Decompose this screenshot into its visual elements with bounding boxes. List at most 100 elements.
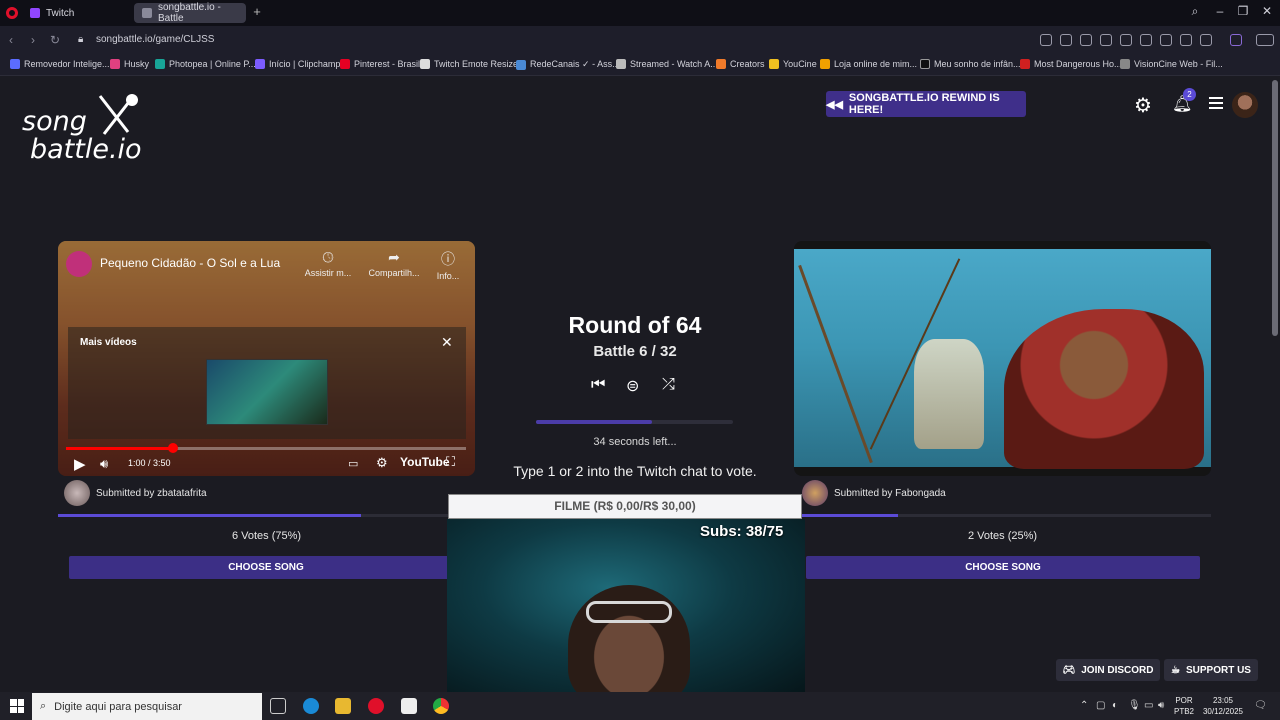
camera-icon[interactable]: [1060, 34, 1072, 46]
video-settings-icon[interactable]: ⚙: [376, 455, 388, 471]
bookmark-item[interactable]: Pinterest - Brasil: [340, 59, 420, 69]
user-avatar[interactable]: [1232, 92, 1258, 118]
heart-icon[interactable]: [1140, 34, 1152, 46]
bookmark-icon: [1020, 59, 1030, 69]
shuffle-icon[interactable]: ⤮: [662, 376, 675, 394]
edit-icon[interactable]: [1040, 34, 1052, 46]
info-icon: ⓘ: [441, 251, 455, 267]
songbattle-favicon-icon: [142, 8, 152, 18]
play-icon[interactable]: [1120, 34, 1132, 46]
minimize-icon[interactable]: –: [1210, 4, 1230, 18]
capcut-icon[interactable]: [401, 698, 417, 714]
taskbar-search-input[interactable]: ⌕ Digite aqui para pesquisar: [32, 693, 262, 720]
tray-volume-icon[interactable]: 🔊︎: [1158, 700, 1164, 711]
tab-twitch[interactable]: Twitch: [22, 3, 132, 23]
video-title[interactable]: Pequeno Cidadão - O Sol e a Lua: [100, 256, 280, 270]
bookmark-icon: [110, 59, 120, 69]
suggested-video-thumbnail[interactable]: [206, 359, 328, 425]
ai-icon[interactable]: [1256, 34, 1274, 46]
windows-start-icon[interactable]: [10, 699, 24, 713]
share-button[interactable]: ➦ Compartilh...: [368, 249, 420, 278]
hamburger-menu-icon[interactable]: [1209, 97, 1223, 109]
right-votes: 2 Votes (25%): [967, 530, 1038, 542]
choose-right-song-button[interactable]: CHOOSE SONG: [806, 556, 1200, 579]
restore-icon[interactable]: ❐: [1233, 4, 1253, 18]
settings-gear-icon[interactable]: ⚙: [1134, 93, 1152, 118]
vpn-icon[interactable]: [1230, 34, 1242, 46]
shield-icon[interactable]: [1080, 34, 1092, 46]
bookmark-item[interactable]: Most Dangerous Ho...: [1020, 59, 1122, 69]
skeleton-figure: [914, 339, 984, 449]
fullscreen-icon[interactable]: ⛶: [446, 454, 455, 470]
bookmark-item[interactable]: Loja online de mim...: [820, 59, 917, 69]
profile-icon[interactable]: [1200, 34, 1212, 46]
forward-icon[interactable]: ›: [26, 33, 40, 47]
opera-taskbar-icon[interactable]: [368, 698, 384, 714]
video-progress-knob[interactable]: [168, 443, 178, 453]
tray-chevron-icon[interactable]: ⌃: [1080, 700, 1088, 711]
tray-app-icon[interactable]: ▢: [1096, 700, 1105, 711]
task-view-icon[interactable]: [270, 698, 286, 714]
songbattle-logo[interactable]: song battle.io: [22, 92, 142, 172]
chrome-icon[interactable]: [433, 698, 449, 714]
extension-icon[interactable]: [1100, 34, 1112, 46]
back-icon[interactable]: ‹: [4, 33, 18, 47]
volume-icon[interactable]: 🔊︎: [100, 456, 108, 472]
bookmark-item[interactable]: Photopea | Online P...: [155, 59, 256, 69]
taskbar-clock[interactable]: 23:05 30/12/2025: [1198, 695, 1248, 717]
donate-icon[interactable]: ⊜: [626, 376, 639, 396]
reload-icon[interactable]: ↻: [48, 33, 62, 47]
bookmark-item[interactable]: VisionCine Web - Fil...: [1120, 59, 1223, 69]
left-video-player[interactable]: Pequeno Cidadão - O Sol e a Lua 🕓︎ Assist…: [58, 241, 475, 476]
bookmark-item[interactable]: Creators: [716, 59, 765, 69]
channel-avatar[interactable]: [66, 251, 92, 277]
bookmark-item[interactable]: Removedor Intelige...: [10, 59, 110, 69]
right-video-player[interactable]: [794, 241, 1211, 476]
new-tab-button[interactable]: +: [250, 5, 264, 19]
edge-icon[interactable]: [303, 698, 319, 714]
captions-icon[interactable]: ▭: [348, 457, 358, 470]
bookmark-item[interactable]: Início | Clipchamp: [255, 59, 340, 69]
youtube-logo[interactable]: YouTube: [400, 455, 450, 469]
download-icon[interactable]: [1160, 34, 1172, 46]
rewind-announcement-button[interactable]: ◀◀ SONGBATTLE.IO REWIND IS HERE!: [826, 91, 1026, 117]
bookmark-icon: [155, 59, 165, 69]
bookmark-icon: [255, 59, 265, 69]
watch-later-button[interactable]: 🕓︎ Assistir m...: [302, 249, 354, 278]
right-vote-fill: [794, 514, 898, 517]
more-videos-label: Mais vídeos: [80, 337, 137, 348]
join-discord-button[interactable]: 🎮︎ JOIN DISCORD: [1056, 659, 1160, 681]
previous-icon[interactable]: ⏮: [591, 376, 605, 394]
info-button[interactable]: ⓘ Info...: [422, 249, 474, 281]
browser-tab-bar: Twitch songbattle.io - Battle + ⌕ – ❐ ✕: [0, 0, 1280, 26]
support-us-button[interactable]: ☕︎ SUPPORT US: [1164, 659, 1258, 681]
keyboard-language[interactable]: POR PTB2: [1172, 695, 1196, 717]
file-explorer-icon[interactable]: [335, 698, 351, 714]
tray-mic-icon[interactable]: 🎙︎: [1128, 700, 1141, 711]
bookmark-item[interactable]: Twitch Emote Resizer: [420, 59, 521, 69]
menu-list-icon[interactable]: [1180, 34, 1192, 46]
close-window-icon[interactable]: ✕: [1257, 4, 1277, 18]
bookmark-item[interactable]: RedeCanais ✓ - Ass...: [516, 59, 620, 70]
battle-counter: Battle 6 / 32: [593, 343, 677, 360]
url-field[interactable]: songbattle.io/game/CLJSS: [96, 34, 214, 45]
bookmark-icon: [820, 59, 830, 69]
tab-label: songbattle.io - Battle: [158, 2, 221, 24]
microphone-logo-icon: [98, 94, 138, 135]
choose-left-song-button[interactable]: CHOOSE SONG: [69, 556, 463, 579]
bookmark-item[interactable]: Meu sonho de infân...: [920, 59, 1021, 69]
tray-network-icon[interactable]: ◐: [1112, 700, 1118, 711]
lock-icon[interactable]: 🔒︎: [78, 34, 83, 45]
close-icon[interactable]: ✕: [441, 334, 453, 351]
tab-songbattle[interactable]: songbattle.io - Battle: [134, 2, 246, 24]
notifications-icon[interactable]: 🗨︎: [1254, 700, 1267, 711]
play-icon[interactable]: ▶: [74, 455, 86, 473]
opera-logo-icon[interactable]: [6, 7, 18, 19]
bookmark-item[interactable]: Streamed - Watch A...: [616, 59, 718, 69]
bookmark-item[interactable]: YouCine: [769, 59, 817, 69]
search-tabs-icon[interactable]: ⌕: [1185, 4, 1205, 19]
tray-wifi-icon[interactable]: ▭: [1144, 700, 1153, 711]
sunglasses-shape: [586, 601, 672, 623]
scrollbar-thumb[interactable]: [1272, 80, 1278, 336]
bookmark-item[interactable]: Husky: [110, 59, 149, 69]
